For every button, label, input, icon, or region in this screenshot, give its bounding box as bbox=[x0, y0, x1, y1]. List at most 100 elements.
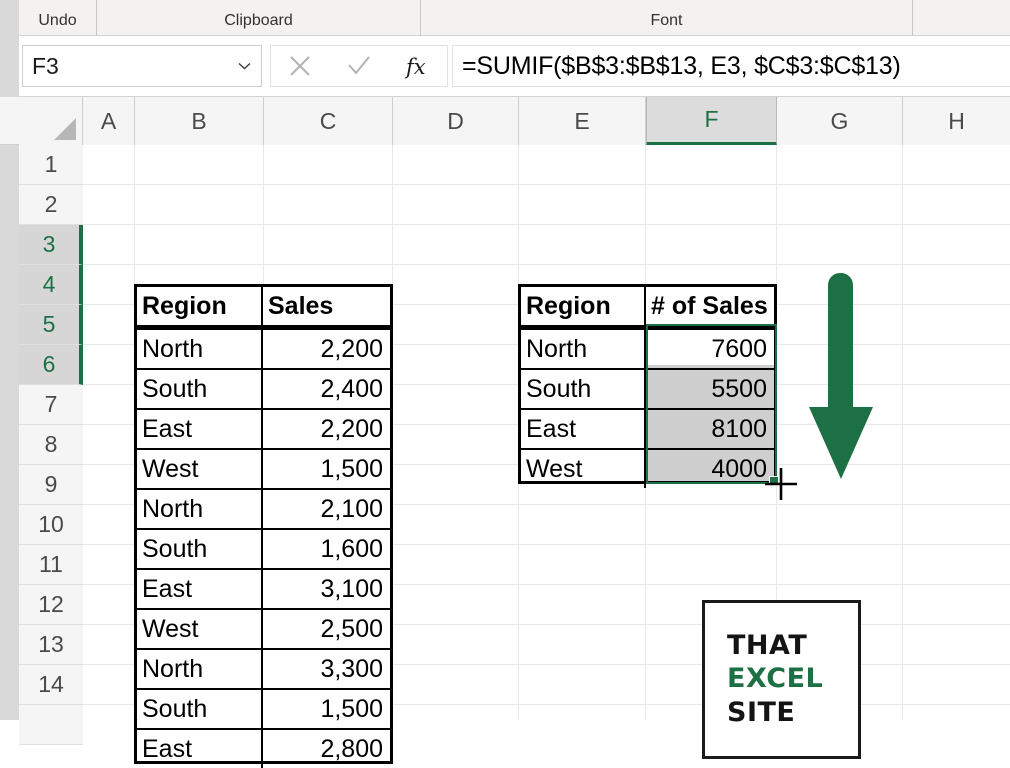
ribbon-group-label-strip: Undo Clipboard Font bbox=[0, 0, 1010, 36]
source-cell-sales: 2,400 bbox=[320, 374, 383, 403]
row-header-1[interactable]: 1 bbox=[19, 145, 83, 185]
source-cell-sales: 2,200 bbox=[320, 334, 383, 363]
source-cell-sales: 3,300 bbox=[320, 654, 383, 683]
source-cell-region: South bbox=[137, 370, 263, 408]
formula-text: =SUMIF($B$3:$B$13, E3, $C$3:$C$13) bbox=[462, 51, 901, 80]
chevron-down-icon[interactable] bbox=[231, 59, 261, 73]
gridline bbox=[83, 184, 1010, 185]
ribbon-group-undo[interactable]: Undo bbox=[19, 0, 97, 36]
table-row[interactable]: West 4000 bbox=[521, 448, 774, 488]
table-row[interactable]: West 2,500 bbox=[137, 608, 390, 648]
table-row[interactable]: East 8100 bbox=[521, 408, 774, 448]
row-header-column: 1 2 3 4 5 6 7 8 9 10 11 12 13 14 bbox=[19, 145, 83, 745]
table-row[interactable]: South 5500 bbox=[521, 368, 774, 408]
column-header-b[interactable]: B bbox=[135, 97, 264, 145]
summary-header-region: Region bbox=[521, 287, 646, 325]
row-header-6[interactable]: 6 bbox=[19, 345, 83, 385]
ribbon-group-trailing bbox=[913, 0, 1010, 36]
select-all-triangle-icon bbox=[54, 118, 76, 140]
ribbon-group-font[interactable]: Font bbox=[421, 0, 913, 36]
table-header-row: Region Sales bbox=[137, 287, 390, 328]
column-header-f-label: F bbox=[704, 106, 719, 132]
gridline bbox=[83, 224, 1010, 225]
summary-cell-region: East bbox=[521, 410, 646, 448]
column-header-row: A B C D E F G H bbox=[0, 97, 1010, 146]
row-header-2[interactable]: 2 bbox=[19, 185, 83, 225]
row-header-5[interactable]: 5 bbox=[19, 305, 83, 345]
formula-input[interactable]: =SUMIF($B$3:$B$13, E3, $C$3:$C$13) bbox=[452, 45, 1010, 87]
column-header-d-label: D bbox=[447, 107, 464, 134]
column-header-c[interactable]: C bbox=[264, 97, 393, 145]
column-header-e[interactable]: E bbox=[519, 97, 646, 145]
row-header-5-label: 5 bbox=[42, 311, 56, 337]
row-header-9[interactable]: 9 bbox=[19, 465, 83, 505]
fill-handle[interactable] bbox=[769, 476, 779, 486]
ribbon-group-clipboard[interactable]: Clipboard bbox=[97, 0, 421, 36]
row-header-12[interactable]: 12 bbox=[19, 585, 83, 625]
row-header-7[interactable]: 7 bbox=[19, 385, 83, 425]
row-header-10[interactable]: 10 bbox=[19, 505, 83, 545]
summary-cell-total: 5500 bbox=[711, 374, 767, 403]
summary-header-numsales: # of Sales bbox=[651, 291, 768, 320]
column-header-a[interactable]: A bbox=[83, 97, 135, 145]
ribbon-group-clipboard-label: Clipboard bbox=[224, 12, 293, 29]
table-row[interactable]: North 3,300 bbox=[137, 648, 390, 688]
summary-cell-region: North bbox=[521, 330, 646, 368]
logo-line-1: THAT bbox=[727, 630, 808, 661]
summary-cell-total: 8100 bbox=[711, 414, 767, 443]
table-row[interactable]: North 2,200 bbox=[137, 328, 390, 368]
row-header-14-label: 14 bbox=[38, 671, 64, 697]
source-cell-sales: 2,100 bbox=[320, 494, 383, 523]
column-header-g[interactable]: G bbox=[777, 97, 903, 145]
table-row[interactable]: North 2,100 bbox=[137, 488, 390, 528]
table-row[interactable]: East 2,800 bbox=[137, 728, 390, 768]
source-cell-region: North bbox=[137, 490, 263, 528]
window-left-edge bbox=[0, 0, 19, 36]
check-icon[interactable] bbox=[333, 46, 385, 86]
row-header-11[interactable]: 11 bbox=[19, 545, 83, 585]
source-data-table[interactable]: Region Sales North 2,200 South 2,400 Eas… bbox=[134, 284, 393, 768]
formula-bar-buttons: fx bbox=[270, 45, 448, 87]
table-row[interactable]: East 2,200 bbox=[137, 408, 390, 448]
source-cell-sales: 1,600 bbox=[320, 534, 383, 563]
worksheet-grid: A B C D E F G H 1 2 3 4 5 6 7 8 9 10 11 … bbox=[0, 97, 1010, 768]
table-row[interactable]: West 1,500 bbox=[137, 448, 390, 488]
source-cell-region: North bbox=[137, 330, 263, 368]
table-row[interactable]: North 7600 bbox=[521, 328, 774, 368]
table-row[interactable]: South 1,500 bbox=[137, 688, 390, 728]
column-header-h[interactable]: H bbox=[903, 97, 1010, 145]
row-header-1-label: 1 bbox=[44, 151, 58, 177]
row-header-3[interactable]: 3 bbox=[19, 225, 83, 265]
row-header-4[interactable]: 4 bbox=[19, 265, 83, 305]
table-row[interactable]: East 3,100 bbox=[137, 568, 390, 608]
source-cell-region: West bbox=[137, 450, 263, 488]
column-header-a-label: A bbox=[100, 107, 117, 134]
summary-data-table[interactable]: Region # of Sales North 7600 South 5500 … bbox=[518, 284, 777, 488]
logo-line-3: SITE bbox=[727, 696, 796, 728]
source-cell-sales: 3,100 bbox=[320, 574, 383, 603]
cancel-x-icon[interactable] bbox=[274, 46, 326, 86]
row-header-14[interactable]: 14 bbox=[19, 665, 83, 705]
select-all-corner[interactable] bbox=[19, 97, 83, 145]
row-header-13[interactable]: 13 bbox=[19, 625, 83, 665]
table-row[interactable]: South 2,400 bbox=[137, 368, 390, 408]
source-cell-region: East bbox=[137, 410, 263, 448]
summary-cell-region: West bbox=[521, 450, 646, 488]
column-header-h-label: H bbox=[948, 107, 965, 134]
row-header-15[interactable] bbox=[19, 705, 83, 745]
source-cell-sales: 1,500 bbox=[320, 454, 383, 483]
source-cell-region: West bbox=[137, 610, 263, 648]
summary-cell-region: South bbox=[521, 370, 646, 408]
source-header-sales: Sales bbox=[268, 291, 334, 320]
name-box-value: F3 bbox=[32, 52, 59, 79]
table-row[interactable]: South 1,600 bbox=[137, 528, 390, 568]
row-header-8[interactable]: 8 bbox=[19, 425, 83, 465]
column-header-b-label: B bbox=[191, 107, 207, 134]
column-header-d[interactable]: D bbox=[393, 97, 519, 145]
fx-icon[interactable]: fx bbox=[392, 46, 444, 86]
column-header-c-label: C bbox=[319, 107, 337, 134]
row-header-3-label: 3 bbox=[42, 231, 56, 257]
column-header-f[interactable]: F bbox=[646, 97, 777, 146]
name-box[interactable]: F3 bbox=[22, 45, 262, 87]
logo-line-2: EXCEL bbox=[727, 663, 824, 695]
